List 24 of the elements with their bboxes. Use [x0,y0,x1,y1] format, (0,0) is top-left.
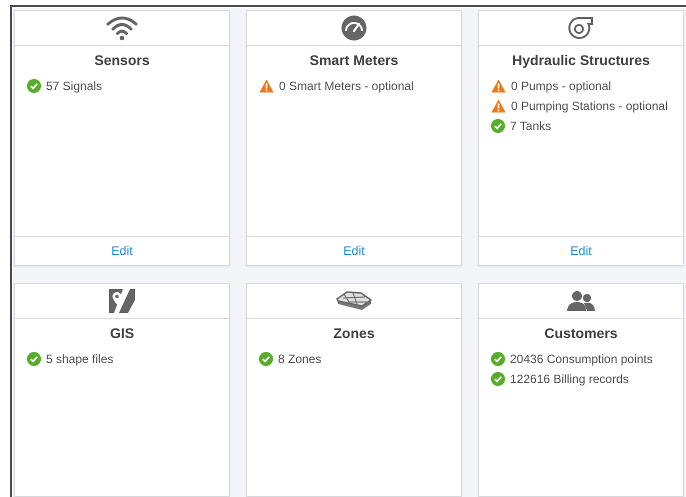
card-title: GIS [108,324,136,341]
card-title: Hydraulic Structures [511,51,651,68]
edit-link[interactable]: Edit [111,244,133,258]
edit-link[interactable]: Edit [570,244,592,258]
status-text: 0 Pumps - optional [511,79,612,93]
status-text: 7 Tanks [510,119,552,133]
status-text: 5 shape files [46,352,114,366]
map-pin-icon [108,288,136,314]
card-title: Zones [332,324,376,341]
status-text: 57 Signals [46,79,102,93]
wifi-icon [105,15,139,41]
status-text: 20436 Consumption points [510,352,653,366]
people-icon [567,290,595,312]
card-title: Smart Meters [308,51,400,68]
pump-icon [567,15,595,41]
status-text: 8 Zones [278,352,322,366]
edit-link[interactable]: Edit [343,244,365,258]
card-title: Customers [543,324,619,341]
status-text: 0 Pumping Stations - optional [511,99,668,113]
zones-icon [335,290,373,312]
status-text: 0 Smart Meters - optional [279,79,414,93]
card-title: Sensors [93,51,151,68]
gauge-icon [341,15,367,41]
status-text: 122616 Billing records [510,372,629,386]
